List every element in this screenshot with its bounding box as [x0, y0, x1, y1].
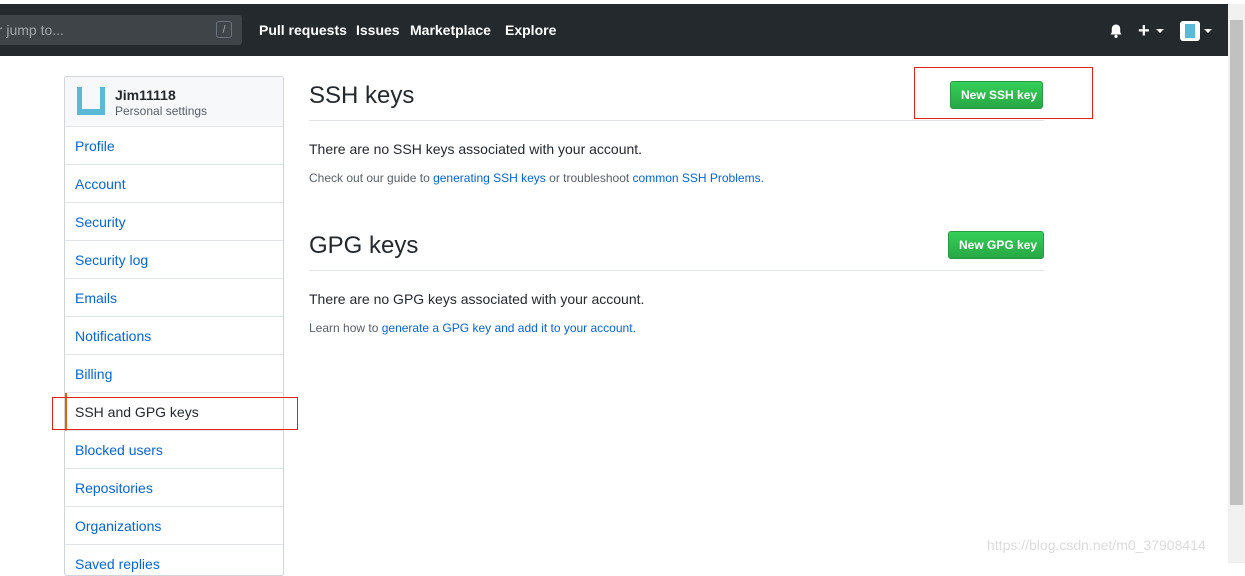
sidebar-item-profile[interactable]: Profile: [65, 127, 283, 165]
generating-ssh-keys-link[interactable]: generating SSH keys: [433, 171, 546, 185]
gpg-divider: [309, 270, 1044, 271]
create-new-plus-icon[interactable]: +: [1138, 21, 1150, 41]
sidebar-item-emails[interactable]: Emails: [65, 279, 283, 317]
sidebar-item-security-log[interactable]: Security log: [65, 241, 283, 279]
ssh-help-note: Check out our guide to generating SSH ke…: [309, 171, 764, 185]
sidebar-username: Jim11118: [115, 87, 176, 103]
nav-pull-requests[interactable]: Pull requests: [259, 22, 347, 38]
nav-issues[interactable]: Issues: [356, 22, 400, 38]
search-placeholder: or jump to...: [0, 22, 64, 38]
gpg-help-note: Learn how to generate a GPG key and add …: [309, 321, 636, 335]
ssh-keys-title: SSH keys: [309, 82, 415, 109]
sidebar-item-blocked-users[interactable]: Blocked users: [65, 431, 283, 469]
nav-marketplace[interactable]: Marketplace: [410, 22, 491, 38]
search-input[interactable]: or jump to... /: [0, 15, 242, 45]
ssh-divider: [309, 120, 1044, 121]
sidebar-item-account[interactable]: Account: [65, 165, 283, 203]
gpg-note-prefix: Learn how to: [309, 321, 382, 335]
sidebar-item-saved-replies[interactable]: Saved replies: [65, 545, 283, 575]
annotation-highlight-button: [914, 67, 1093, 119]
notification-bell-icon[interactable]: [1108, 23, 1124, 39]
gpg-note-suffix: .: [632, 321, 636, 335]
sidebar-item-security[interactable]: Security: [65, 203, 283, 241]
chevron-down-icon[interactable]: [1156, 29, 1164, 33]
sidebar-item-organizations[interactable]: Organizations: [65, 507, 283, 545]
nav-explore[interactable]: Explore: [505, 22, 556, 38]
slash-shortcut-key: /: [216, 21, 232, 38]
ssh-note-mid: or troubleshoot: [545, 171, 633, 185]
sidebar-item-billing[interactable]: Billing: [65, 355, 283, 393]
new-gpg-key-button[interactable]: New GPG key: [948, 231, 1044, 259]
generate-gpg-key-link[interactable]: generate a GPG key and add it to your ac…: [382, 321, 633, 335]
gpg-keys-title: GPG keys: [309, 232, 419, 259]
chevron-down-icon[interactable]: [1204, 29, 1212, 33]
ssh-note-prefix: Check out our guide to: [309, 171, 434, 185]
watermark: https://blog.csdn.net/m0_37908414: [987, 537, 1206, 553]
ssh-blank-message: There are no SSH keys associated with yo…: [309, 141, 643, 157]
sidebar-item-repositories[interactable]: Repositories: [65, 469, 283, 507]
sidebar-item-notifications[interactable]: Notifications: [65, 317, 283, 355]
common-ssh-problems-link[interactable]: common SSH Problems: [633, 171, 761, 185]
annotation-highlight-sidebar: [52, 397, 298, 430]
sidebar-user-header: Jim11118 Personal settings: [65, 77, 283, 127]
sidebar-subtitle: Personal settings: [115, 104, 208, 118]
user-avatar-menu[interactable]: [1180, 21, 1200, 41]
top-header: or jump to... / Pull requests Issues Mar…: [0, 4, 1228, 56]
scrollbar-thumb[interactable]: [1230, 20, 1243, 505]
gpg-blank-message: There are no GPG keys associated with yo…: [309, 291, 645, 307]
avatar: [77, 87, 105, 115]
ssh-note-suffix: .: [760, 171, 764, 185]
avatar-image: [1185, 24, 1195, 38]
settings-sidebar: Jim11118 Personal settings Profile Accou…: [64, 76, 284, 576]
